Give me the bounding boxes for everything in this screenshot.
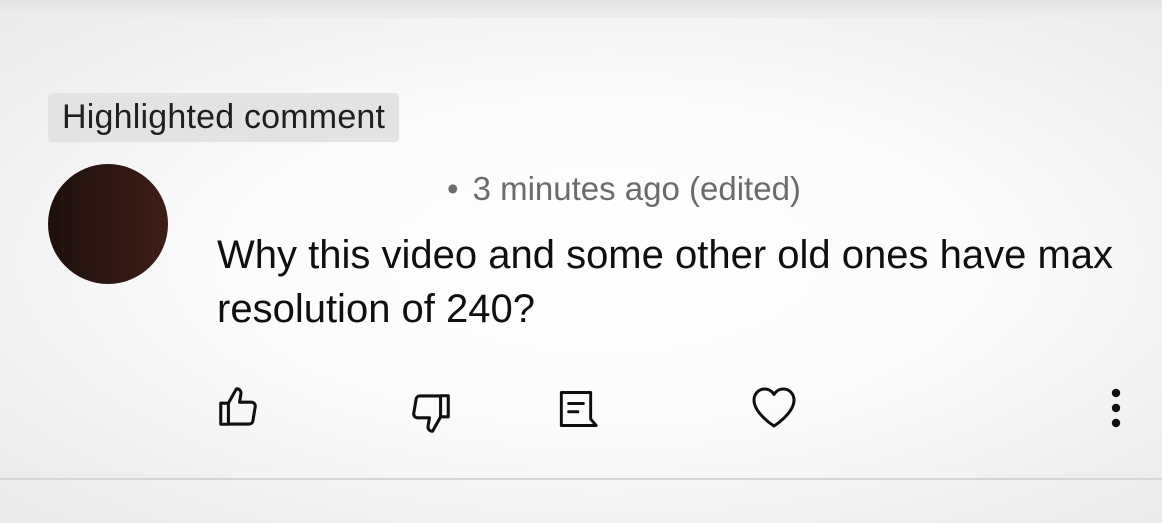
avatar[interactable]: [48, 164, 168, 284]
comment-timestamp[interactable]: 3 minutes ago (edited): [473, 170, 801, 207]
reply-button[interactable]: [553, 386, 599, 432]
vertical-ellipsis-icon: [1111, 388, 1121, 428]
thumbs-down-icon: [412, 394, 450, 433]
highlighted-comment-label: Highlighted comment: [62, 98, 386, 136]
reply-comment-icon: [559, 391, 598, 427]
meta-separator-dot: •: [447, 170, 459, 207]
like-button[interactable]: [215, 384, 261, 430]
more-options-button[interactable]: [1096, 385, 1136, 431]
top-divider-strip: [0, 0, 1162, 18]
heart-button[interactable]: [749, 384, 799, 430]
highlighted-comment-badge: Highlighted comment: [48, 93, 400, 142]
heart-icon: [752, 387, 796, 428]
comment-meta: • 3 minutes ago (edited): [447, 170, 801, 208]
comment-body: Why this video and some other old ones h…: [217, 233, 1114, 331]
dislike-button[interactable]: [408, 390, 454, 436]
bottom-divider: [0, 478, 1162, 480]
thumbs-up-icon: [219, 387, 257, 426]
